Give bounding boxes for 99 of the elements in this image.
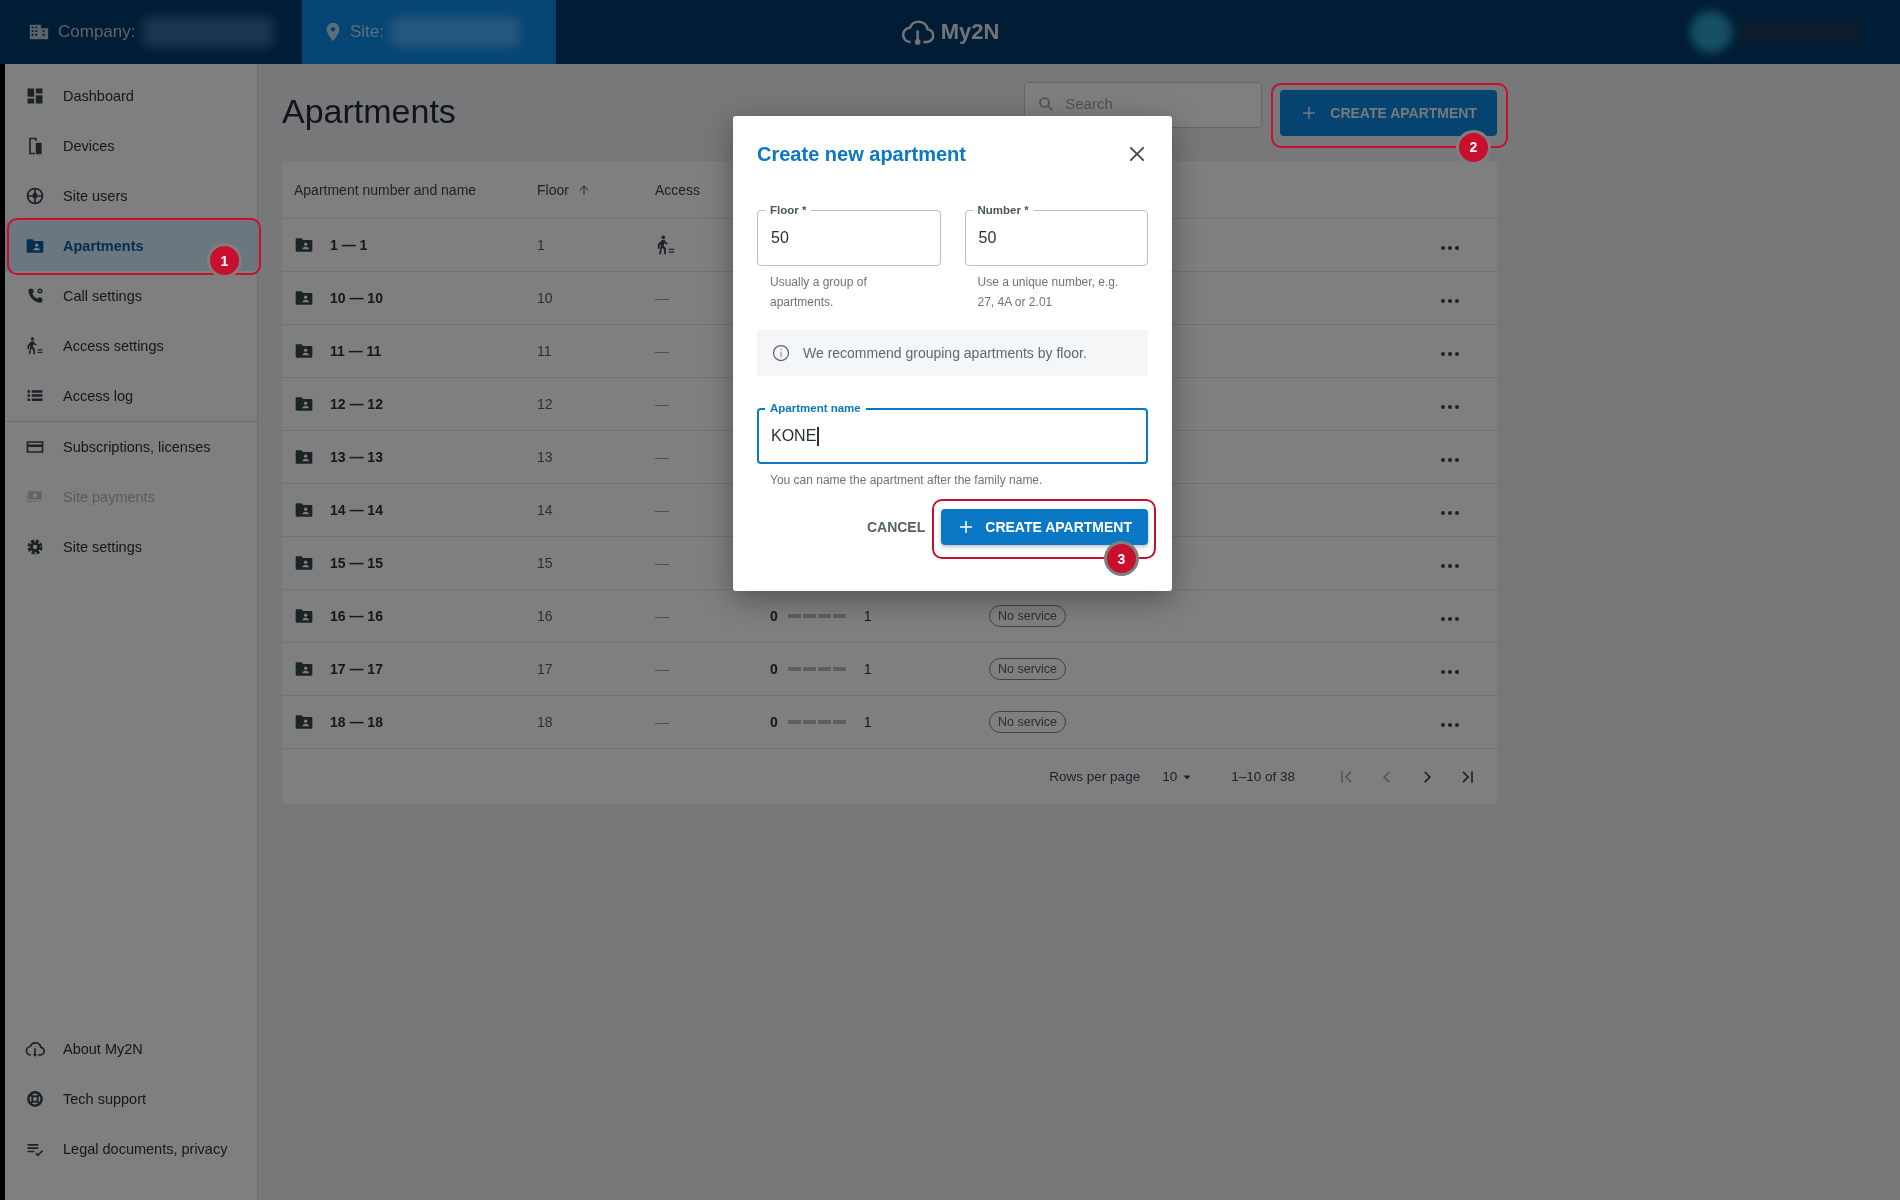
step-badge: 1 <box>210 246 239 275</box>
table-cell: — <box>655 502 669 518</box>
nav-item[interactable]: Site users <box>5 171 257 221</box>
table-cell-text: 13 <box>537 449 554 465</box>
apartment-name: 16 — 16 <box>330 608 383 624</box>
create-apartment-button[interactable]: CREATE APARTMENT <box>941 509 1148 545</box>
apartment-name: 15 — 15 <box>330 555 383 571</box>
more-icon <box>1441 510 1459 515</box>
table-cell-text: 17 <box>537 661 554 677</box>
table-cell-text: 11 <box>537 343 553 359</box>
nav-item[interactable]: Site settings <box>5 522 257 572</box>
apartment-name: 12 — 12 <box>330 396 383 412</box>
nav-item[interactable]: Legal documents, privacy <box>5 1124 257 1174</box>
table-cell: 0 <box>770 608 778 624</box>
folder-person-icon <box>294 235 314 255</box>
table-cell: — <box>655 661 669 677</box>
table-cell: — <box>655 343 669 359</box>
folder-person-icon <box>294 447 314 467</box>
table-cell: 1 <box>863 608 872 624</box>
table-cell: 0 <box>770 661 778 677</box>
table-cell-text: 16 <box>537 608 554 624</box>
nav-item[interactable]: Access log <box>5 371 257 421</box>
walking-person-icon <box>655 234 677 256</box>
nav-item[interactable]: Tech support <box>5 1074 257 1124</box>
info-text: We recommend grouping apartments by floor. <box>803 345 1087 361</box>
lifebuoy-icon <box>25 1089 45 1109</box>
users-icon <box>25 186 45 206</box>
company-label: Company: <box>58 22 136 42</box>
table-cell: — <box>655 396 669 412</box>
folder-person-icon <box>25 236 45 256</box>
search-icon <box>1037 94 1056 113</box>
table-cell: 0 <box>770 714 778 730</box>
step-badge: 3 <box>1107 544 1136 573</box>
table-cell-text: 18 <box>537 714 554 730</box>
table-cell-text: 14 <box>537 502 554 518</box>
folder-person-icon <box>294 659 314 679</box>
folder-person-icon <box>294 553 314 573</box>
more-icon <box>1441 298 1459 303</box>
segment-bar-icon <box>787 614 846 618</box>
walking-person-icon <box>25 336 45 356</box>
more-icon <box>1441 722 1459 727</box>
phone-gear-icon <box>25 286 45 306</box>
table-cell: — <box>655 555 669 571</box>
folder-person-icon <box>294 712 314 732</box>
helper-text: Use a unique number, e.g. 27, 4A or 2.01 <box>976 274 1120 311</box>
segment-bar-icon <box>787 667 846 671</box>
folder-person-icon <box>294 341 314 361</box>
table-cell: — <box>655 608 669 624</box>
nav-item[interactable]: Dashboard <box>5 71 257 121</box>
more-icon <box>1441 457 1459 462</box>
table-cell: — <box>655 714 669 730</box>
table-cell: — <box>655 290 669 306</box>
table-cell-text: 12 <box>537 396 554 412</box>
folder-person-icon <box>294 394 314 414</box>
table-cell: 1 <box>863 661 872 677</box>
nav-item[interactable]: About My2N <box>5 1024 257 1074</box>
apartment-name: 18 — 18 <box>330 714 383 730</box>
apartment-name: 10 — 10 <box>330 290 383 306</box>
more-icon <box>1441 616 1459 621</box>
cancel-button[interactable]: CANCEL <box>862 509 930 545</box>
apartment-name: 1 — 1 <box>330 237 368 253</box>
page-range: 1–10 of 38 <box>1231 769 1295 784</box>
table-cell: — <box>655 449 669 465</box>
rows-per-page-select[interactable]: 10 <box>1162 769 1194 784</box>
column-header[interactable]: Floor <box>537 181 655 198</box>
page-title: Apartments <box>282 92 457 132</box>
dialog-title: Create new apartment <box>757 142 966 166</box>
site-label: Site: <box>350 22 385 42</box>
dashboard-icon <box>25 86 45 106</box>
nav-item[interactable]: Subscriptions, licenses <box>5 422 257 472</box>
cloud-icon <box>25 1039 45 1059</box>
more-icon <box>1441 404 1459 409</box>
more-icon <box>1441 669 1459 674</box>
table-cell: 1 <box>863 714 872 730</box>
helper-text: Usually a group of apartments. <box>769 274 868 311</box>
gear-icon <box>25 537 45 557</box>
table-cell-text: 1 <box>537 237 546 253</box>
more-icon <box>1441 563 1459 568</box>
nav-item[interactable]: Access settings <box>5 321 257 371</box>
rows-per-page-label: Rows per page <box>1049 769 1141 784</box>
folder-person-icon <box>294 500 314 520</box>
column-header[interactable]: Apartment number and name <box>294 181 537 198</box>
step-badge: 2 <box>1459 132 1488 162</box>
apartment-name: 17 — 17 <box>330 661 383 677</box>
info-icon <box>771 343 791 363</box>
table-cell-text: 10 <box>537 290 554 306</box>
app-logo: My2N <box>940 19 1000 45</box>
helper-text: You can name the apartment after the family name. <box>769 472 1044 489</box>
more-icon <box>1441 351 1459 356</box>
apartment-name: 14 — 14 <box>330 502 383 518</box>
apartment-name: 13 — 13 <box>330 449 383 465</box>
nav-item[interactable]: Devices <box>5 121 257 171</box>
create-apartment-button[interactable]: CREATE APARTMENT <box>1280 89 1497 136</box>
folder-person-icon <box>294 288 314 308</box>
segment-bar-icon <box>787 720 846 724</box>
apartment-name: 11 — 11 <box>330 343 382 359</box>
folder-person-icon <box>294 606 314 626</box>
table-cell-text: 15 <box>537 555 554 571</box>
more-icon <box>1441 245 1459 250</box>
